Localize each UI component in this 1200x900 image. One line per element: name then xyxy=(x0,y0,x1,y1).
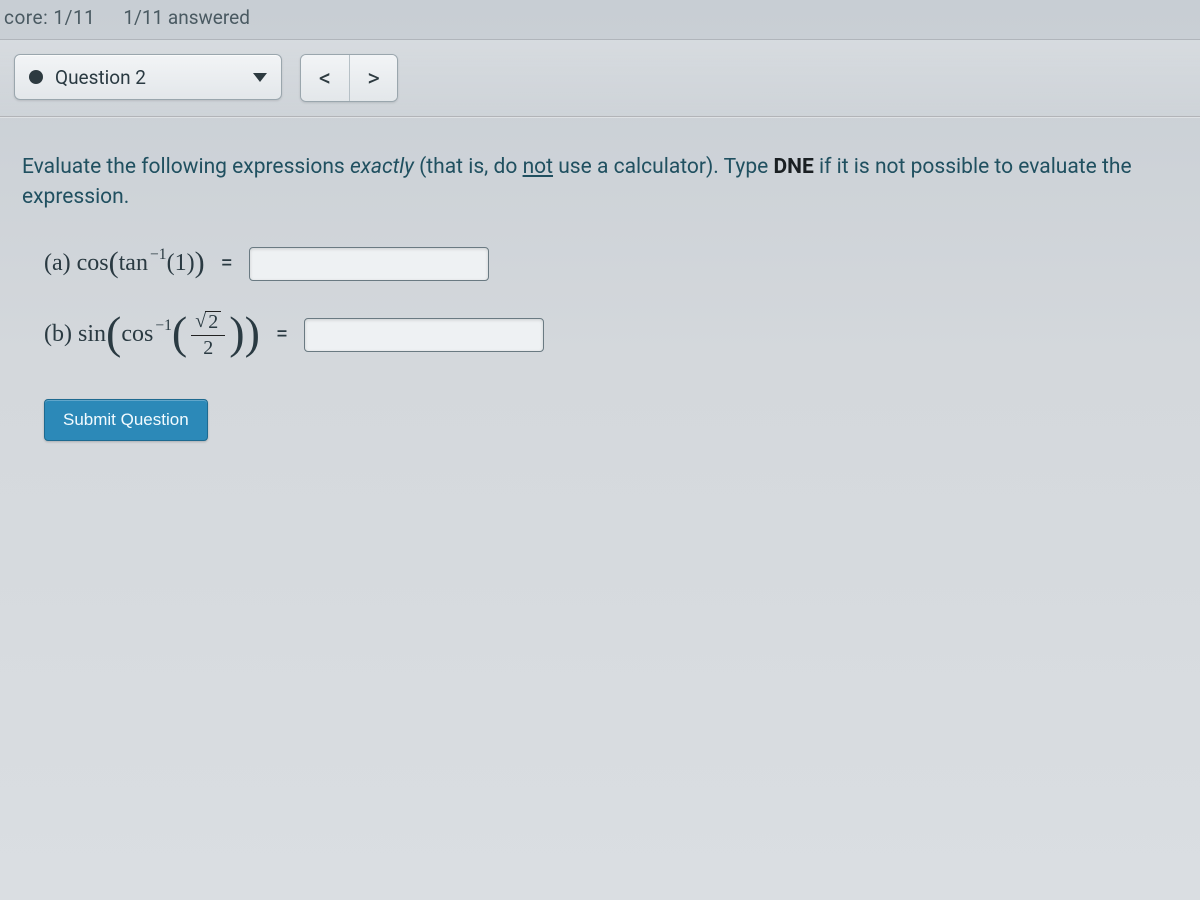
left-paren-icon: ( xyxy=(109,248,119,278)
question-nav-group: < > xyxy=(300,54,398,102)
question-content: Evaluate the following expressions exact… xyxy=(0,117,1200,475)
chevron-right-icon: > xyxy=(367,64,380,92)
right-paren-icon: ) xyxy=(245,310,260,356)
math-sqrt: √ 2 xyxy=(195,311,221,333)
left-paren-icon: ( xyxy=(106,310,121,356)
question-instructions: Evaluate the following expressions exact… xyxy=(22,152,1178,213)
right-paren-icon: ) xyxy=(229,310,244,356)
question-control-bar: Question 2 < > xyxy=(0,40,1200,117)
part-a-expression: (a) cos ( tan −1 (1) ) xyxy=(44,249,205,279)
status-dot-icon xyxy=(29,70,43,84)
part-b-row: (b) sin ( cos −1 ( √ 2 2 ) ) = xyxy=(44,311,1178,359)
math-fraction: √ 2 2 xyxy=(191,311,225,359)
part-b-answer-input[interactable] xyxy=(304,318,544,352)
math-exponent: −1 xyxy=(150,246,167,264)
left-paren-icon: ( xyxy=(172,310,187,356)
top-status-bar: core: 1/11 1/11 answered xyxy=(0,0,1200,40)
instructions-bold: DNE xyxy=(774,155,814,179)
equals-sign: = xyxy=(276,322,288,347)
part-a-answer-input[interactable] xyxy=(249,247,489,281)
question-dropdown-label: Question 2 xyxy=(55,66,146,89)
math-arg: 1 xyxy=(175,250,187,277)
chevron-left-icon: < xyxy=(319,64,331,92)
part-b-expression: (b) sin ( cos −1 ( √ 2 2 ) ) xyxy=(44,311,260,359)
instructions-text: (that is, do xyxy=(414,155,523,179)
answered-label: 1/11 answered xyxy=(123,6,250,29)
prev-question-button[interactable]: < xyxy=(301,55,349,101)
chevron-down-icon xyxy=(253,73,267,82)
instructions-text: use a calculator). Type xyxy=(553,155,774,179)
math-cos: cos xyxy=(77,250,109,277)
score-label: core: 1/11 xyxy=(4,6,95,29)
part-a-label: (a) xyxy=(44,250,71,277)
next-question-button[interactable]: > xyxy=(349,55,397,101)
instructions-underline: not xyxy=(523,155,553,179)
part-b-label: (b) xyxy=(44,321,72,348)
equals-sign: = xyxy=(221,251,233,276)
math-tan: tan xyxy=(119,250,148,277)
instructions-text: Evaluate the following expressions xyxy=(22,155,350,179)
part-a-row: (a) cos ( tan −1 (1) ) = xyxy=(44,247,1178,281)
math-cos: cos xyxy=(121,321,153,348)
math-sin: sin xyxy=(78,321,106,348)
math-radicand: 2 xyxy=(205,311,221,333)
math-denominator: 2 xyxy=(203,336,213,359)
instructions-italic: exactly xyxy=(350,155,414,179)
question-dropdown[interactable]: Question 2 xyxy=(14,54,282,100)
right-paren-icon: ) xyxy=(195,248,205,278)
math-exponent: −1 xyxy=(155,317,172,335)
submit-question-button[interactable]: Submit Question xyxy=(44,399,208,441)
